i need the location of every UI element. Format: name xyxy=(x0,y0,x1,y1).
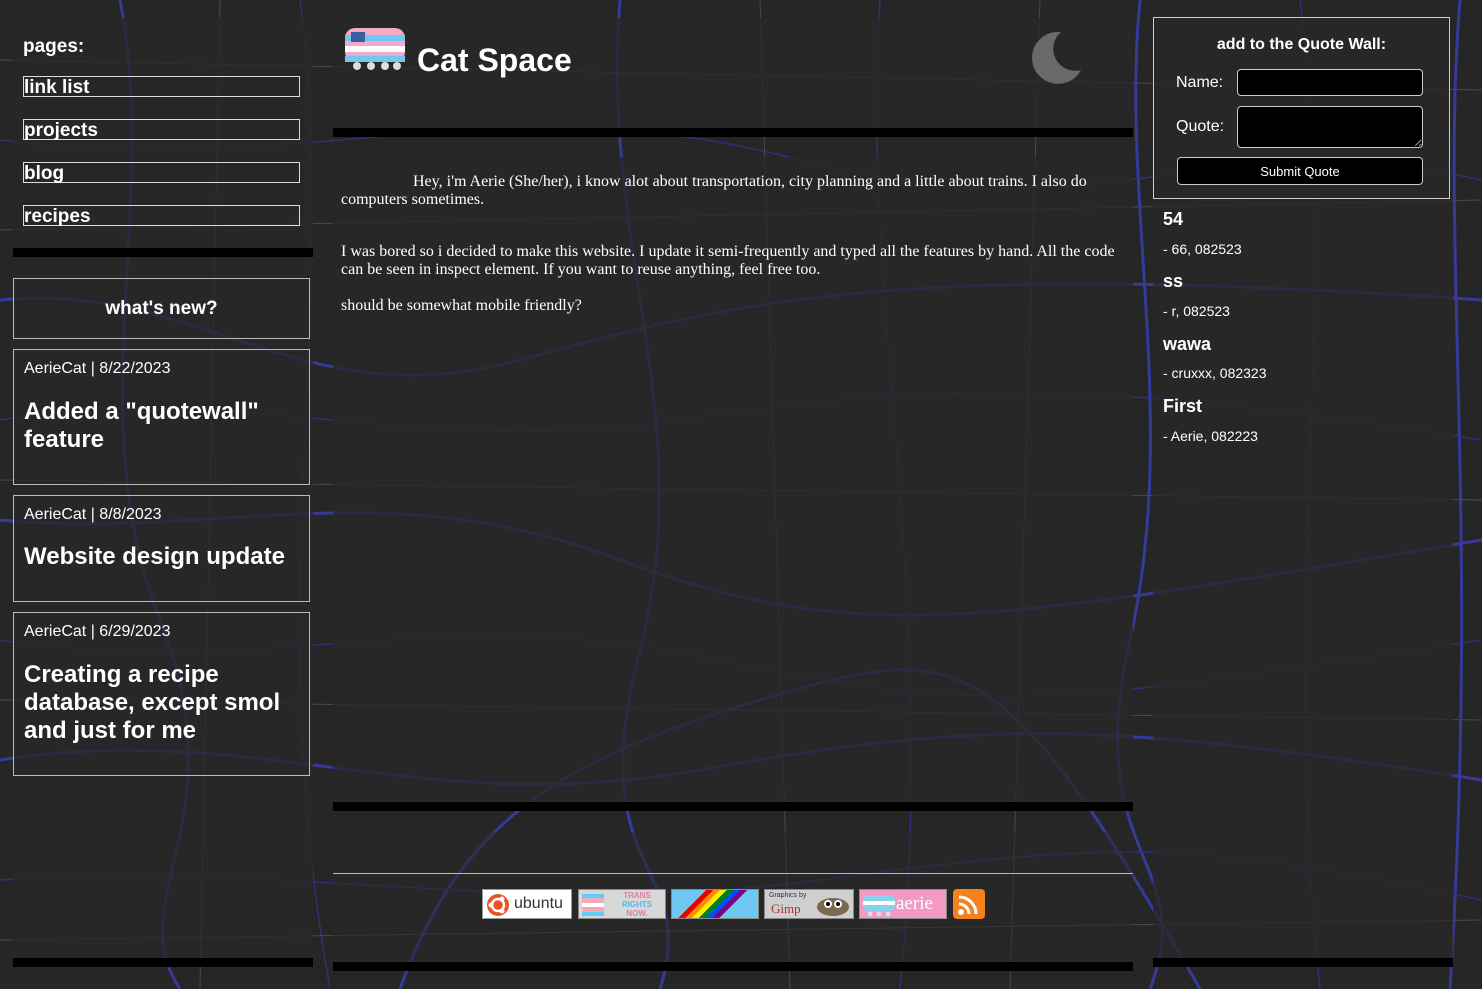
submit-quote-button[interactable]: Submit Quote xyxy=(1177,157,1423,185)
quote-label: Quote: xyxy=(1176,118,1225,135)
nav-link-link-list[interactable]: link list xyxy=(23,76,300,98)
quote-text: ss xyxy=(1163,271,1184,291)
quote-text: First xyxy=(1163,396,1203,416)
news-meta: AerieCat | 8/8/2023 xyxy=(24,506,162,523)
nav-link-projects[interactable]: projects xyxy=(23,119,300,141)
divider-bar xyxy=(333,802,1133,811)
rss-icon xyxy=(958,895,978,915)
divider-bar xyxy=(333,128,1133,137)
whats-new-heading: what's new? xyxy=(13,278,310,339)
rss-badge[interactable] xyxy=(953,889,985,919)
ubuntu-badge[interactable]: ubuntu xyxy=(482,889,572,919)
divider-bar xyxy=(13,958,313,967)
trans-rights-line3: NOW. xyxy=(626,909,648,918)
nav-link-recipes[interactable]: recipes xyxy=(23,205,300,227)
aerie-label: aerie xyxy=(896,893,933,914)
ubuntu-label: ubuntu xyxy=(514,895,563,912)
divider-bar xyxy=(1153,958,1453,967)
moon-icon[interactable] xyxy=(1025,28,1085,88)
about-paragraph: I was bored so i decided to make this we… xyxy=(341,243,1115,278)
quote-attribution: - r, 082523 xyxy=(1163,303,1230,319)
trans-flag-icon xyxy=(582,894,604,916)
gimp-caption: Graphics by xyxy=(769,892,807,899)
news-title: Website design update xyxy=(24,543,285,570)
train-mini-icon xyxy=(863,895,895,917)
quote-attribution: - Aerie, 082223 xyxy=(1163,428,1258,444)
quote-wall: 54 - 66, 082523 ss - r, 082523 wawa - cr… xyxy=(1153,200,1453,958)
quote-form: add to the Quote Wall: Name: Quote: Subm… xyxy=(1153,17,1450,199)
pages-heading: pages: xyxy=(23,36,85,57)
news-title: Creating a recipe database, except smol … xyxy=(24,661,281,744)
divider-bar xyxy=(13,248,313,257)
news-title: Added a "quotewall" feature xyxy=(24,398,259,453)
trans-rights-line2: RIGHTS xyxy=(621,900,653,909)
pride-badge[interactable] xyxy=(671,889,759,919)
news-item[interactable]: AerieCat | 8/22/2023 Added a "quotewall"… xyxy=(13,349,310,485)
gimp-label: Gimp xyxy=(771,901,801,916)
name-label: Name: xyxy=(1176,74,1224,91)
trans-rights-line1: TRANS xyxy=(623,891,651,900)
aerie-badge[interactable]: aerie xyxy=(859,889,947,919)
intro-paragraph: Hey, i'm Aerie (She/her), i know alot ab… xyxy=(341,173,1087,208)
trans-rights-badge[interactable]: TRANS RIGHTS NOW. xyxy=(578,889,666,919)
quote-attribution: - 66, 082523 xyxy=(1163,241,1242,257)
site-header: Cat Space xyxy=(333,18,1133,128)
news-meta: AerieCat | 6/29/2023 xyxy=(24,623,171,640)
divider-bar xyxy=(333,962,1133,971)
ubuntu-logo-icon xyxy=(487,894,509,916)
mobile-note: should be somewhat mobile friendly? xyxy=(341,297,582,314)
train-logo-icon xyxy=(345,28,405,70)
quote-textarea[interactable] xyxy=(1237,106,1423,148)
quote-form-title: add to the Quote Wall: xyxy=(1216,36,1387,53)
quote-attribution: - cruxxx, 082323 xyxy=(1163,365,1267,381)
footer-rule xyxy=(333,873,1133,874)
pages-panel: pages: link list projects blog recipes xyxy=(13,18,313,248)
gimp-mascot-icon xyxy=(817,898,849,916)
nav-link-blog[interactable]: blog xyxy=(23,162,300,184)
gimp-badge[interactable]: Graphics by Gimp xyxy=(764,889,854,919)
news-item[interactable]: AerieCat | 8/8/2023 Website design updat… xyxy=(13,495,310,602)
news-item[interactable]: AerieCat | 6/29/2023 Creating a recipe d… xyxy=(13,612,310,776)
quote-text: 54 xyxy=(1163,209,1184,229)
main-content: Hey, i'm Aerie (She/her), i know alot ab… xyxy=(333,157,1133,802)
name-input[interactable] xyxy=(1237,69,1423,96)
site-title: Cat Space xyxy=(417,42,572,78)
quote-text: wawa xyxy=(1163,334,1212,354)
news-meta: AerieCat | 8/22/2023 xyxy=(24,360,171,377)
